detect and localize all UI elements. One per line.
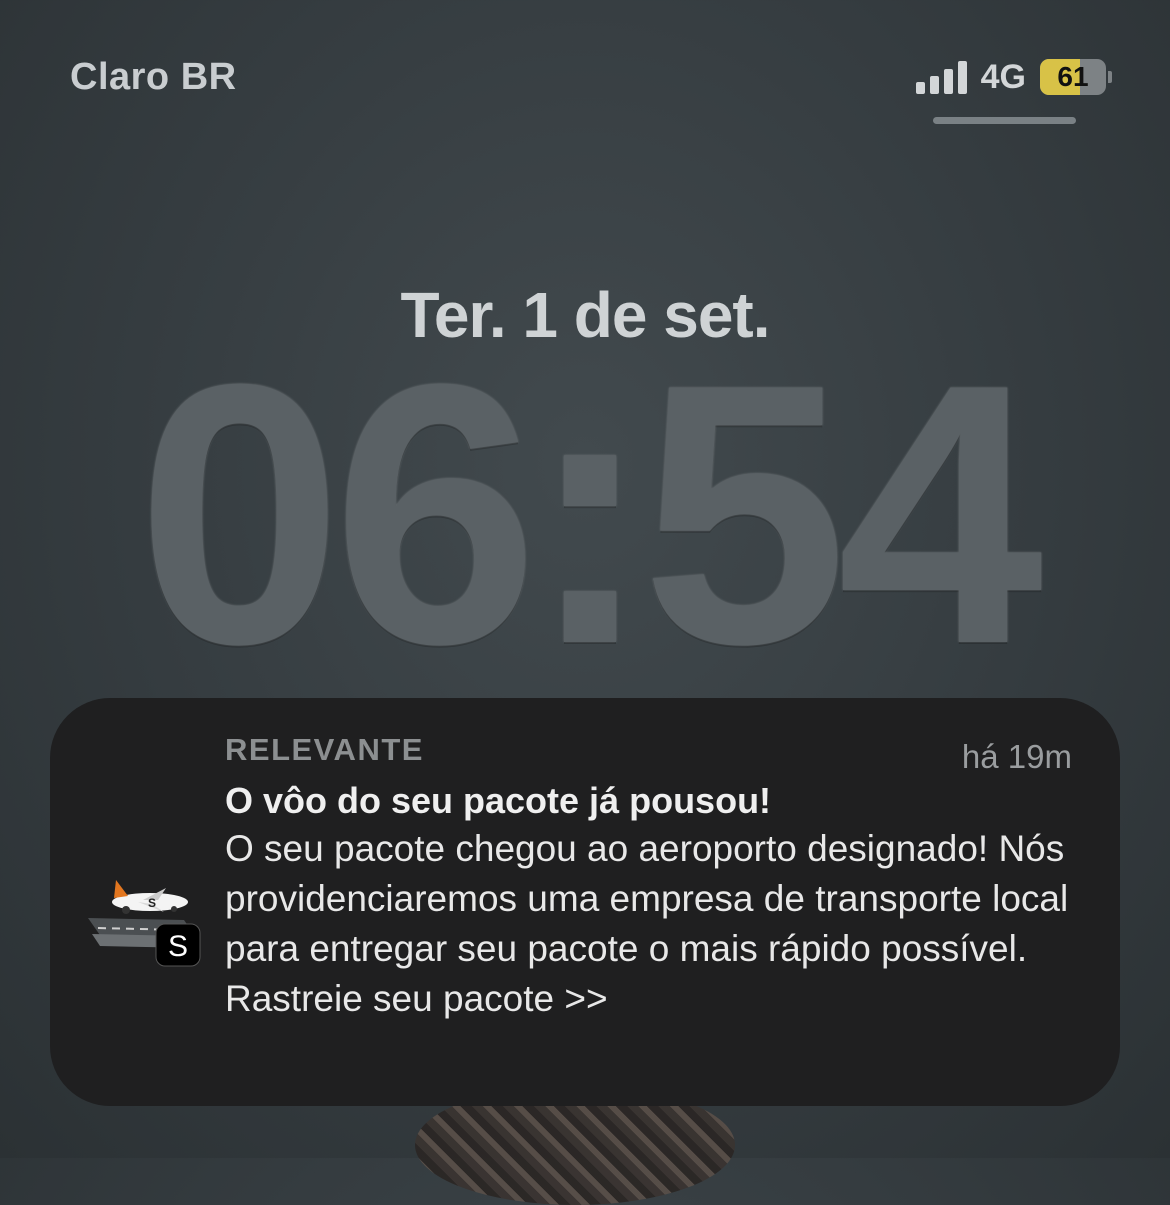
notification-body: O seu pacote chegou ao aeroporto designa… [225, 828, 1069, 1019]
notification-time: há 19m [961, 738, 1072, 775]
app-badge-letter: S [168, 930, 188, 963]
notification-category: RELEVANTE [225, 732, 424, 767]
battery-icon: 61 [1040, 59, 1106, 95]
status-carrier: Claro BR [70, 56, 237, 98]
status-indicators: 4G 61 [915, 56, 1112, 98]
airplane-icon: S S [88, 878, 202, 970]
lock-clock: 06:54 [136, 308, 1043, 721]
cellular-signal-icon [915, 60, 967, 94]
notification-title: O vôo do seu pacote já pousou! [225, 780, 772, 821]
svg-text:S: S [148, 896, 156, 910]
battery-cap [1108, 71, 1112, 83]
network-type: 4G [980, 57, 1026, 96]
battery-percent: 61 [1057, 61, 1089, 92]
control-center-handle[interactable] [933, 117, 1076, 124]
